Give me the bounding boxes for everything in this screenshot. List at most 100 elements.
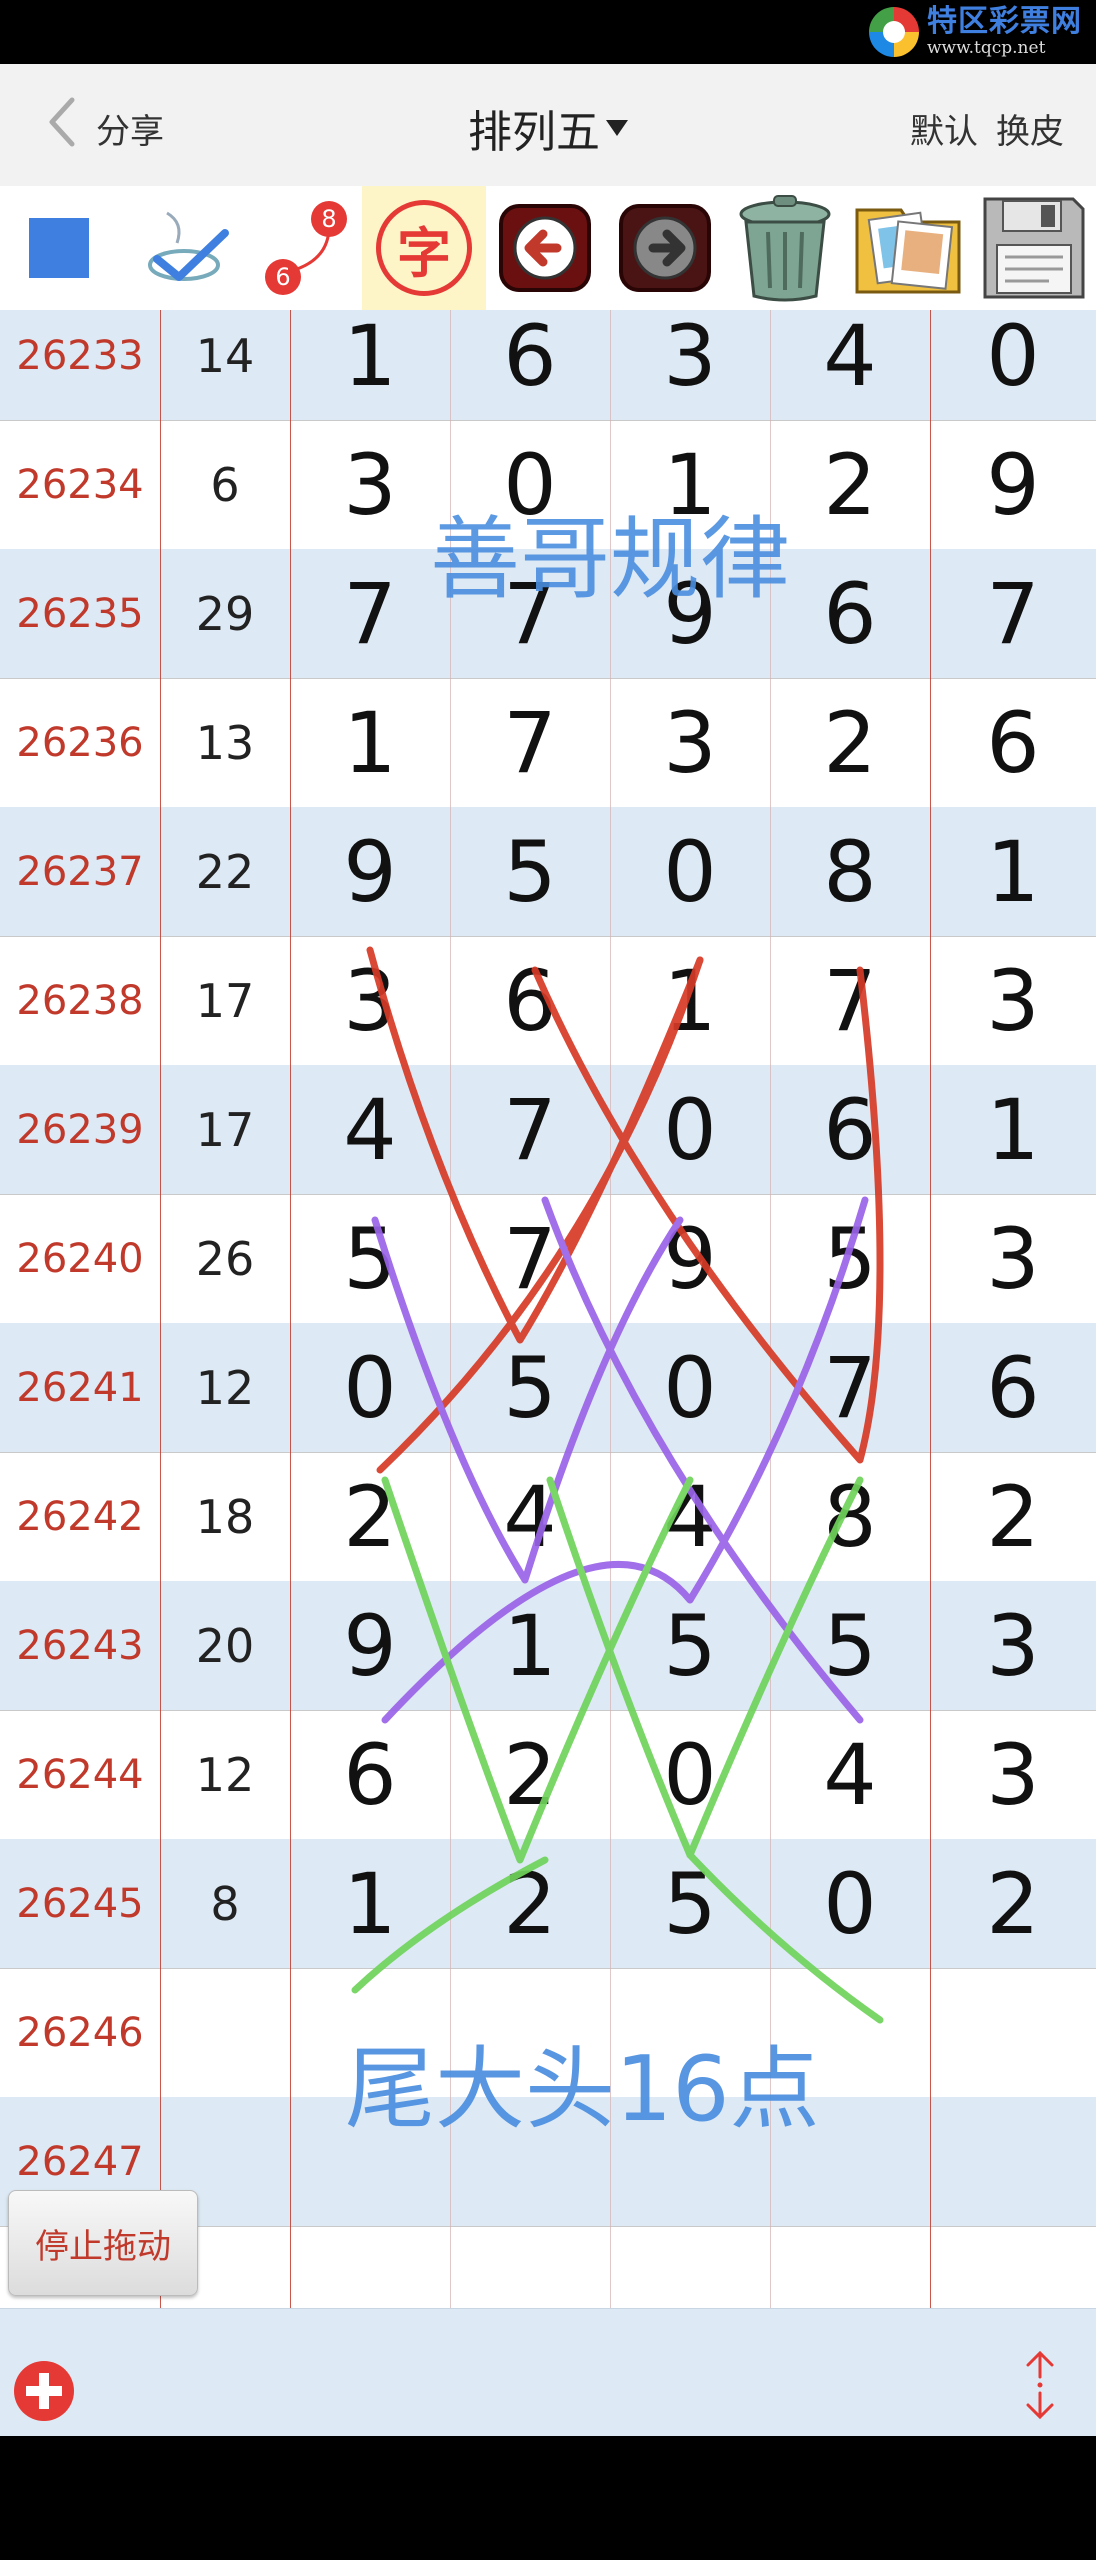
digit-cell-5[interactable]: 3	[930, 936, 1096, 1065]
digit-cell-4[interactable]: 8	[770, 1452, 930, 1581]
digit-cell-3[interactable]	[610, 2097, 770, 2226]
digit-cell-2[interactable]: 1	[450, 1581, 610, 1710]
digit-cell-2[interactable]: 2	[450, 1839, 610, 1968]
digit-cell-3[interactable]: 0	[610, 1065, 770, 1194]
digit-cell-5[interactable]: 6	[930, 1323, 1096, 1452]
digit-cell-2[interactable]: 7	[450, 549, 610, 678]
digit-cell-2[interactable]: 5	[450, 1323, 610, 1452]
digit-cell-3[interactable]: 3	[610, 310, 770, 420]
digit-cell-2[interactable]: 5	[450, 807, 610, 936]
digit-cell-4[interactable]	[770, 2097, 930, 2226]
digit-cell-1[interactable]	[290, 1968, 450, 2097]
digit-cell-5[interactable]	[930, 2226, 1096, 2308]
digit-cell-4[interactable]: 7	[770, 1323, 930, 1452]
default-button[interactable]: 默认	[910, 104, 978, 153]
digit-cell-1[interactable]: 0	[290, 1323, 450, 1452]
digit-cell-1[interactable]: 9	[290, 807, 450, 936]
digit-cell-5[interactable]: 7	[930, 549, 1096, 678]
digit-cell-4[interactable]: 2	[770, 420, 930, 549]
check-draw-tool[interactable]	[130, 186, 248, 310]
digit-cell-4[interactable]: 6	[770, 549, 930, 678]
digit-cell-4[interactable]: 4	[770, 310, 930, 420]
line-link-icon[interactable]: 8 6	[253, 193, 353, 303]
digit-cell-5[interactable]: 3	[930, 1194, 1096, 1323]
table-row[interactable]: 26234 6 3 0 1 2 9	[0, 420, 1096, 550]
digit-cell-2[interactable]: 6	[450, 310, 610, 420]
digit-cell-2[interactable]: 7	[450, 1065, 610, 1194]
digit-cell-3[interactable]: 3	[610, 678, 770, 807]
digit-cell-1[interactable]: 3	[290, 936, 450, 1065]
digit-cell-4[interactable]	[770, 2226, 930, 2308]
digit-cell-3[interactable]: 5	[610, 1581, 770, 1710]
digit-cell-3[interactable]: 0	[610, 1323, 770, 1452]
digit-cell-2[interactable]: 2	[450, 1710, 610, 1839]
digit-cell-4[interactable]: 4	[770, 1710, 930, 1839]
table-row[interactable]: 26239 17 4 7 0 6 1	[0, 1065, 1096, 1195]
lottery-trend-grid[interactable]: 26233 14 1 6 3 4 0 26234 6 3 0 1 2 9 26235 29 7 7 9 6 7 26236…	[0, 310, 1096, 2308]
digit-cell-3[interactable]: 0	[610, 807, 770, 936]
digit-cell-2[interactable]	[450, 1968, 610, 2097]
album-tool[interactable]	[846, 186, 970, 310]
undo-arrow-icon[interactable]	[495, 198, 595, 298]
table-row[interactable]: 26246	[0, 1968, 1096, 2098]
digit-cell-1[interactable]: 1	[290, 678, 450, 807]
table-row[interactable]: 26242 18 2 4 4 8 2	[0, 1452, 1096, 1582]
digit-cell-3[interactable]: 5	[610, 1839, 770, 1968]
digit-cell-1[interactable]: 2	[290, 1452, 450, 1581]
digit-cell-4[interactable]	[770, 1968, 930, 2097]
digit-cell-4[interactable]: 2	[770, 678, 930, 807]
digit-cell-5[interactable]: 9	[930, 420, 1096, 549]
digit-cell-1[interactable]: 5	[290, 1194, 450, 1323]
caret-down-icon[interactable]	[606, 120, 628, 136]
digit-cell-4[interactable]: 6	[770, 1065, 930, 1194]
digit-cell-2[interactable]: 7	[450, 678, 610, 807]
digit-cell-5[interactable]: 1	[930, 1065, 1096, 1194]
table-row[interactable]: 26243 20 9 1 5 5 3	[0, 1581, 1096, 1711]
digit-cell-5[interactable]: 3	[930, 1581, 1096, 1710]
table-row[interactable]: 26244 12 6 2 0 4 3	[0, 1710, 1096, 1842]
digit-cell-5[interactable]: 2	[930, 1839, 1096, 1968]
plus-circle-icon[interactable]	[14, 2361, 74, 2421]
digit-cell-5[interactable]: 6	[930, 678, 1096, 807]
change-skin-button[interactable]: 换皮	[996, 104, 1064, 153]
color-picker-tool[interactable]	[0, 186, 118, 310]
digit-cell-2[interactable]	[450, 2097, 610, 2226]
digit-cell-1[interactable]: 1	[290, 1839, 450, 1968]
color-square-icon[interactable]	[29, 218, 89, 278]
digit-cell-5[interactable]	[930, 1968, 1096, 2097]
digit-cell-3[interactable]	[610, 2226, 770, 2308]
digit-cell-5[interactable]: 0	[930, 310, 1096, 420]
save-tool[interactable]	[972, 186, 1096, 310]
digit-cell-5[interactable]: 3	[930, 1710, 1096, 1839]
digit-cell-4[interactable]: 7	[770, 936, 930, 1065]
digit-cell-4[interactable]: 0	[770, 1839, 930, 1968]
digit-cell-2[interactable]: 4	[450, 1452, 610, 1581]
floppy-save-icon[interactable]	[979, 193, 1089, 303]
digit-cell-3[interactable]: 1	[610, 936, 770, 1065]
digit-cell-2[interactable]: 7	[450, 1194, 610, 1323]
digit-cell-1[interactable]: 4	[290, 1065, 450, 1194]
table-row[interactable]: 26237 22 9 5 0 8 1	[0, 807, 1096, 937]
digit-cell-4[interactable]: 5	[770, 1194, 930, 1323]
table-row[interactable]: 26233 14 1 6 3 4 0	[0, 310, 1096, 421]
vertical-resize-icon[interactable]	[1010, 2347, 1070, 2423]
undo-tool[interactable]	[490, 186, 600, 310]
draw-check-icon[interactable]	[139, 203, 239, 293]
digit-cell-3[interactable]: 9	[610, 1194, 770, 1323]
digit-cell-3[interactable]: 0	[610, 1710, 770, 1839]
table-row[interactable]: 26238 17 3 6 1 7 3	[0, 936, 1096, 1066]
table-row[interactable]: 26241 12 0 5 0 7 6	[0, 1323, 1096, 1453]
digit-cell-3[interactable]: 4	[610, 1452, 770, 1581]
table-row[interactable]: 26240 26 5 7 9 5 3	[0, 1194, 1096, 1326]
table-row[interactable]: 26245 8 1 2 5 0 2	[0, 1839, 1096, 1969]
page-title[interactable]: 排列五	[468, 96, 600, 160]
digit-cell-4[interactable]: 8	[770, 807, 930, 936]
digit-cell-1[interactable]	[290, 2226, 450, 2308]
table-row[interactable]: 26236 13 1 7 3 2 6	[0, 678, 1096, 810]
digit-cell-3[interactable]: 1	[610, 420, 770, 549]
digit-cell-2[interactable]: 0	[450, 420, 610, 549]
digit-cell-5[interactable]	[930, 2097, 1096, 2226]
digit-cell-3[interactable]	[610, 1968, 770, 2097]
digit-cell-1[interactable]: 1	[290, 310, 450, 420]
digit-cell-5[interactable]: 2	[930, 1452, 1096, 1581]
